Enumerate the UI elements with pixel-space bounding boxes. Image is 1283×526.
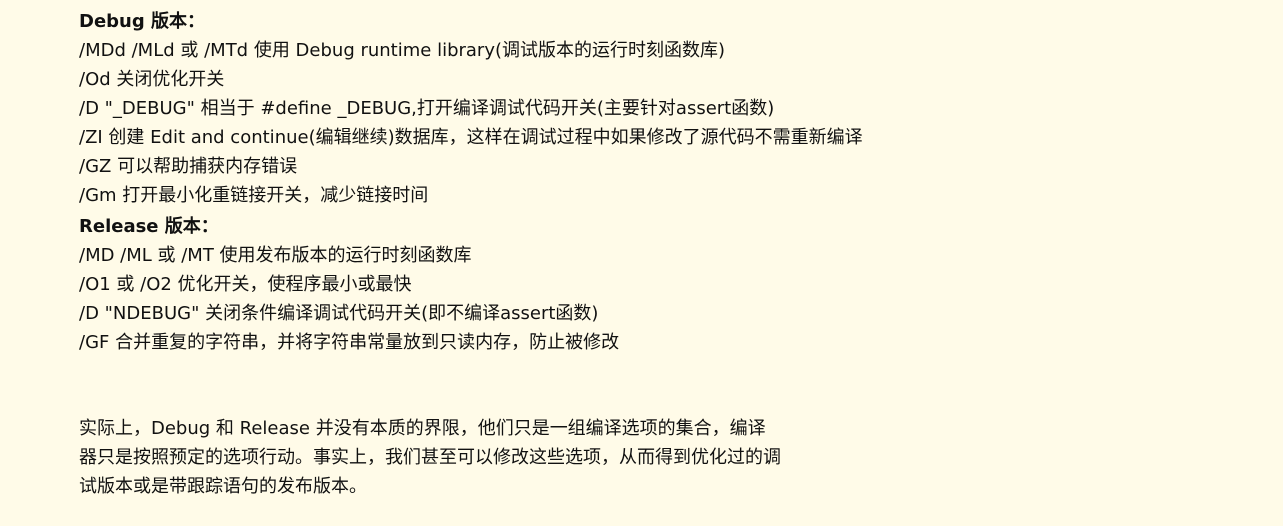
document-body: Debug 版本： /MDd /MLd 或 /MTd 使用 Debug runt… xyxy=(79,7,1219,501)
release-option-line: /O1 或 /O2 优化开关，使程序最小或最快 xyxy=(79,274,412,295)
summary-line: 实际上，Debug 和 Release 并没有本质的界限，他们只是一组编译选项的… xyxy=(79,418,766,439)
release-heading: Release 版本： xyxy=(79,216,219,237)
release-option-line: /D "NDEBUG" 关闭条件编译调试代码开关(即不编译assert函数) xyxy=(79,303,599,324)
debug-option-line: /GZ 可以帮助捕获内存错误 xyxy=(79,156,298,177)
debug-option-line: /ZI 创建 Edit and continue(编辑继续)数据库，这样在调试过… xyxy=(79,127,863,148)
debug-heading: Debug 版本： xyxy=(79,11,205,32)
release-option-line: /MD /ML 或 /MT 使用发布版本的运行时刻函数库 xyxy=(79,245,472,266)
debug-option-line: /Od 关闭优化开关 xyxy=(79,69,225,90)
summary-line: 器只是按照预定的选项行动。事实上，我们甚至可以修改这些选项，从而得到优化过的调 xyxy=(79,447,781,468)
debug-option-line: /D "_DEBUG" 相当于 #define _DEBUG,打开编译调试代码开… xyxy=(79,98,775,119)
release-option-line: /GF 合并重复的字符串，并将字符串常量放到只读内存，防止被修改 xyxy=(79,332,620,353)
summary-line: 试版本或是带跟踪语句的发布版本。 xyxy=(79,476,367,497)
debug-option-line: /MDd /MLd 或 /MTd 使用 Debug runtime librar… xyxy=(79,40,726,61)
summary-paragraph: 实际上，Debug 和 Release 并没有本质的界限，他们只是一组编译选项的… xyxy=(79,414,869,501)
debug-option-line: /Gm 打开最小化重链接开关，减少链接时间 xyxy=(79,185,429,206)
